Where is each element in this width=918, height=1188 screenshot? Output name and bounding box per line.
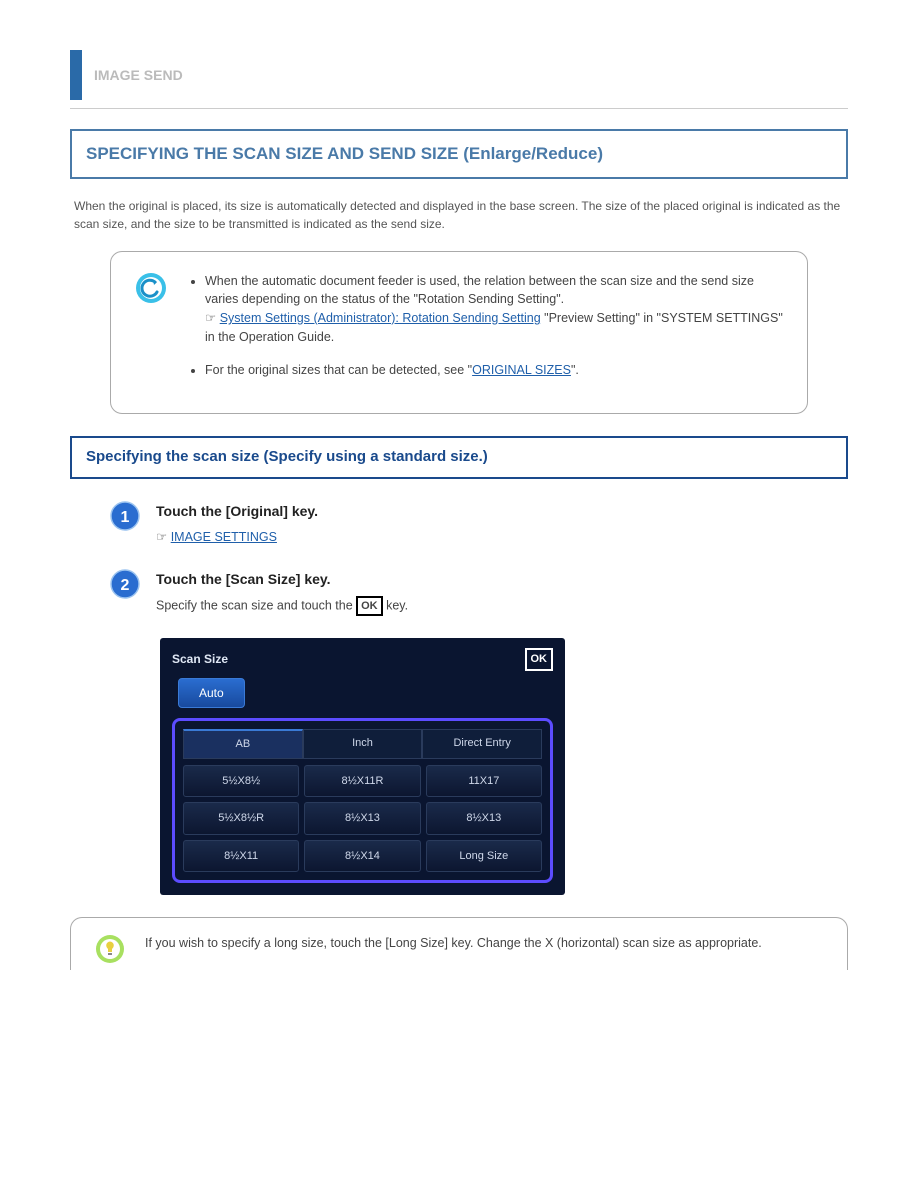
subsection-title-box: Specifying the scan size (Specify using … [70,436,848,479]
size-button[interactable]: 5½X8½R [183,802,299,835]
step-2: 2 Touch the [Scan Size] key. Specify the… [110,569,848,621]
size-button[interactable]: Long Size [426,840,542,873]
info-list: When the automatic document feeder is us… [187,272,783,394]
size-button[interactable]: 8½X13 [426,802,542,835]
tab-ab[interactable]: AB [183,729,303,759]
ok-button[interactable]: OK [525,648,554,671]
info-link[interactable]: ORIGINAL SIZES [472,363,571,377]
info-icon [135,272,167,304]
size-button[interactable]: 8½X14 [304,840,420,873]
info-box: When the automatic document feeder is us… [110,251,808,415]
step-1: 1 Touch the [Original] key. ☞ IMAGE SETT… [110,501,848,551]
tip-text: If you wish to specify a long size, touc… [145,934,762,960]
chapter-label: IMAGE SEND [94,65,183,86]
step-number-icon: 2 [110,569,140,599]
size-button[interactable]: 11X17 [426,765,542,798]
step-link[interactable]: IMAGE SETTINGS [171,530,277,544]
size-button[interactable]: 8½X11R [304,765,420,798]
tip-box: If you wish to specify a long size, touc… [70,917,848,970]
info-item: For the original sizes that can be detec… [205,361,783,380]
size-button[interactable]: 8½X13 [304,802,420,835]
step-number-icon: 1 [110,501,140,531]
device-screenshot: Scan Size OK Auto AB Inch Direct Entry 5… [160,638,565,895]
tab-row: AB Inch Direct Entry [183,729,542,759]
screen-title: Scan Size [172,650,553,668]
size-grid: 5½X8½ 8½X11R 11X17 5½X8½R 8½X13 8½X13 8½… [183,765,542,873]
tab-inch[interactable]: Inch [303,729,423,759]
tab-direct-entry[interactable]: Direct Entry [422,729,542,759]
chapter-header: IMAGE SEND [70,50,848,109]
size-button[interactable]: 5½X8½ [183,765,299,798]
svg-text:2: 2 [121,577,130,594]
subsection-title: Specifying the scan size (Specify using … [86,448,488,465]
step-title: Touch the [Original] key. [156,501,848,522]
ok-icon: OK [356,596,383,617]
svg-text:1: 1 [121,509,130,526]
chapter-accent [70,50,82,100]
section-description: When the original is placed, its size is… [70,197,848,233]
step-title: Touch the [Scan Size] key. [156,569,848,590]
tip-icon [95,934,125,964]
step-desc: Specify the scan size and touch the OK k… [156,596,848,617]
info-item: When the automatic document feeder is us… [205,272,783,347]
step-desc: ☞ IMAGE SETTINGS [156,528,848,547]
section-title: SPECIFYING THE SCAN SIZE AND SEND SIZE (… [86,144,603,163]
section-title-box: SPECIFYING THE SCAN SIZE AND SEND SIZE (… [70,129,848,179]
highlight-box: AB Inch Direct Entry 5½X8½ 8½X11R 11X17 … [172,718,553,883]
size-button[interactable]: 8½X11 [183,840,299,873]
info-link[interactable]: System Settings (Administrator): Rotatio… [220,311,541,325]
auto-button[interactable]: Auto [178,678,245,708]
